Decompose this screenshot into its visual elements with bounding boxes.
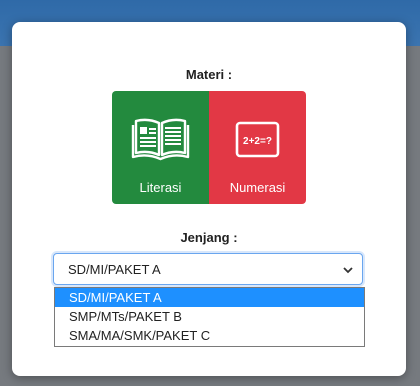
jenjang-option-sma[interactable]: SMA/MA/SMK/PAKET C [55, 326, 364, 345]
jenjang-option-smp[interactable]: SMP/MTs/PAKET B [55, 307, 364, 326]
chevron-down-icon [343, 267, 353, 274]
jenjang-dropdown-list: SD/MI/PAKET A SMP/MTs/PAKET B SMA/MA/SMK… [54, 287, 365, 347]
numerasi-button[interactable]: 2+2=? Numerasi [209, 91, 306, 204]
jenjang-selected-value: SD/MI/PAKET A [68, 262, 161, 277]
numerasi-label: Numerasi [229, 180, 286, 195]
jenjang-title: Jenjang : [180, 230, 238, 245]
svg-text:2+2=?: 2+2=? [243, 136, 272, 147]
open-book-icon [131, 118, 190, 161]
literasi-label: Literasi [139, 180, 182, 195]
literasi-button[interactable]: Literasi [112, 91, 209, 204]
math-board-icon: 2+2=? [235, 121, 280, 158]
jenjang-select[interactable]: SD/MI/PAKET A [53, 253, 363, 285]
jenjang-option-sd[interactable]: SD/MI/PAKET A [55, 288, 364, 307]
materi-title: Materi : [185, 67, 233, 82]
